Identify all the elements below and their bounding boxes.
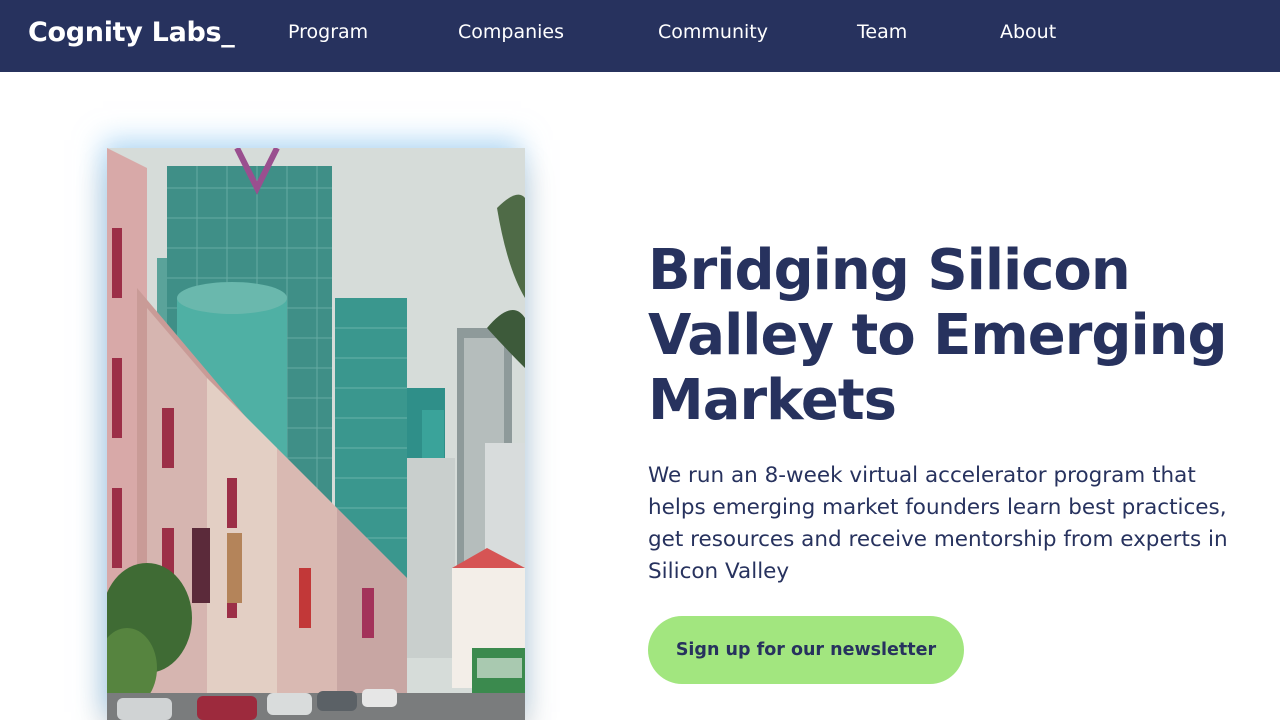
nav-link-team[interactable]: Team bbox=[857, 19, 907, 45]
hero-headline: Bridging Silicon Valley to Emerging Mark… bbox=[648, 238, 1228, 433]
hero-city-photo bbox=[107, 148, 525, 720]
nav-link-program[interactable]: Program bbox=[288, 19, 368, 45]
top-navbar: Cognity Labs_ Program Companies Communit… bbox=[0, 0, 1280, 72]
nav-link-about[interactable]: About bbox=[1000, 19, 1056, 45]
nav-link-community[interactable]: Community bbox=[658, 19, 768, 45]
site-logo[interactable]: Cognity Labs_ bbox=[28, 17, 235, 48]
nav-link-companies[interactable]: Companies bbox=[458, 19, 564, 45]
hero-description: We run an 8-week virtual accelerator pro… bbox=[648, 463, 1228, 584]
newsletter-signup-button[interactable]: Sign up for our newsletter bbox=[648, 616, 964, 684]
